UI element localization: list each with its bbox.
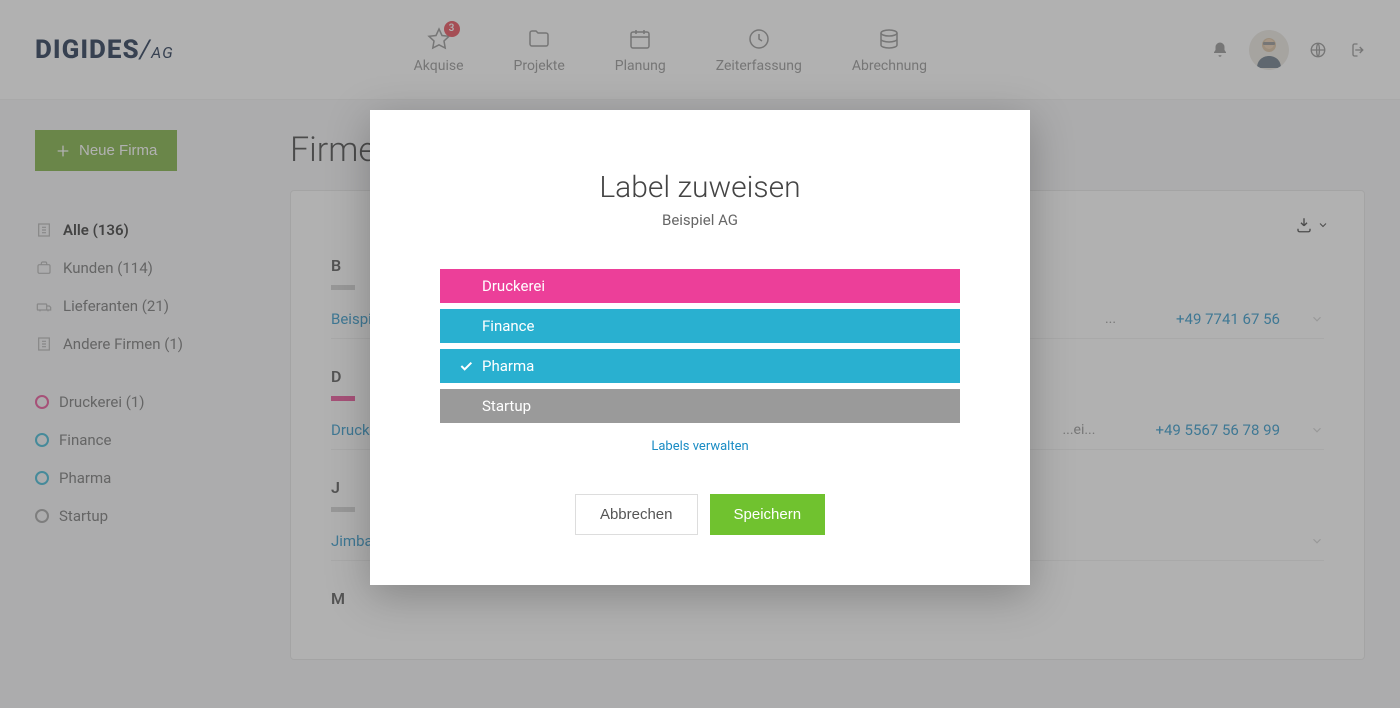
- label-option[interactable]: Pharma: [440, 349, 960, 383]
- manage-labels-link[interactable]: Labels verwalten: [651, 439, 748, 454]
- label-option[interactable]: Druckerei: [440, 269, 960, 303]
- save-button[interactable]: Speichern: [710, 494, 826, 535]
- label-option[interactable]: Finance: [440, 309, 960, 343]
- modal-buttons: Abbrechen Speichern: [440, 494, 960, 535]
- label-option[interactable]: Startup: [440, 389, 960, 423]
- cancel-button[interactable]: Abbrechen: [575, 494, 698, 535]
- modal-title: Label zuweisen: [440, 170, 960, 205]
- check-icon: [458, 358, 482, 374]
- label-option-name: Pharma: [482, 357, 534, 375]
- assign-label-modal: Label zuweisen Beispiel AG Druckerei Fina…: [370, 110, 1030, 585]
- modal-overlay[interactable]: Label zuweisen Beispiel AG Druckerei Fina…: [0, 0, 1400, 708]
- label-option-name: Finance: [482, 317, 534, 335]
- label-options: Druckerei Finance Pharma Startup: [440, 269, 960, 423]
- modal-subtitle: Beispiel AG: [440, 211, 960, 229]
- label-option-name: Startup: [482, 397, 531, 415]
- label-option-name: Druckerei: [482, 277, 545, 295]
